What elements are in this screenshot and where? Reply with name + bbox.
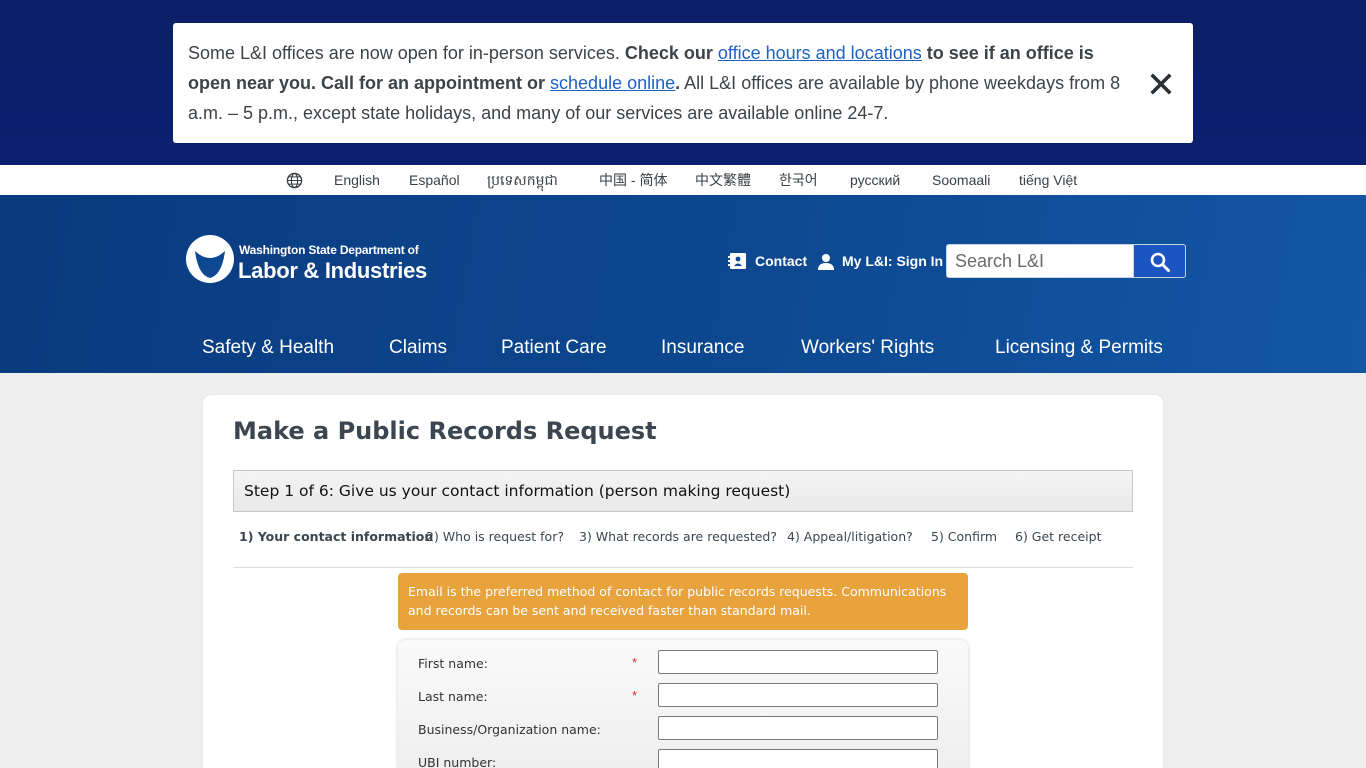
alert-bold-1: Check our	[624, 43, 718, 63]
first-name-field[interactable]	[658, 650, 938, 674]
close-x-icon	[1150, 73, 1172, 95]
last-name-label: Last name:	[418, 689, 488, 704]
nav-claims[interactable]: Claims	[389, 337, 447, 359]
search-button[interactable]	[1133, 244, 1186, 278]
alert-box: Some L&I offices are now open for in-per…	[173, 23, 1193, 143]
office-hours-link[interactable]: office hours and locations	[718, 43, 922, 63]
nav-workers-rights[interactable]: Workers' Rights	[801, 337, 934, 359]
search-icon	[1150, 252, 1170, 272]
signin-link[interactable]: My L&I: Sign In	[818, 251, 943, 271]
signin-label: My L&I: Sign In	[842, 253, 944, 269]
lni-logo-icon[interactable]	[184, 234, 236, 284]
request-form-card: Make a Public Records Request Step 1 of …	[203, 395, 1163, 768]
first-name-required-mark: *	[632, 655, 638, 670]
lang-korean[interactable]: 한국어	[779, 172, 818, 188]
language-bar: English Español ប្រទេសកម្ពុជា 中国 - 简体 中文…	[0, 165, 1366, 195]
step-header: Step 1 of 6: Give us your contact inform…	[233, 470, 1133, 512]
lang-russian[interactable]: русский	[850, 172, 900, 188]
logo-line-2: Labor & Industries	[238, 258, 427, 283]
ubi-number-label: UBI number:	[418, 755, 497, 768]
lang-english[interactable]: English	[334, 172, 380, 188]
first-name-label: First name:	[418, 656, 488, 671]
last-name-required-mark: *	[632, 688, 638, 703]
ubi-number-field[interactable]	[658, 749, 938, 768]
last-name-field[interactable]	[658, 683, 938, 707]
contact-link[interactable]: Contact	[728, 251, 807, 271]
nav-safety-health[interactable]: Safety & Health	[202, 337, 334, 359]
site-header: Washington State Department of Labor & I…	[0, 195, 1366, 373]
step-heading: Step 1 of 6: Give us your contact inform…	[244, 482, 791, 500]
schedule-online-link[interactable]: schedule online	[550, 73, 675, 93]
search-input[interactable]	[946, 244, 1134, 278]
nav-insurance[interactable]: Insurance	[661, 337, 744, 359]
alert-message: Some L&I offices are now open for in-per…	[188, 38, 1133, 128]
email-notice: Email is the preferred method of contact…	[398, 573, 968, 630]
lang-spanish[interactable]: Español	[409, 172, 460, 188]
step-3-records-requested: 3) What records are requested?	[579, 529, 777, 544]
user-icon	[818, 253, 834, 270]
globe-icon	[286, 172, 303, 189]
nav-patient-care[interactable]: Patient Care	[501, 337, 607, 359]
nav-licensing-permits[interactable]: Licensing & Permits	[995, 337, 1163, 359]
logo-line-1: Washington State Department of	[239, 243, 419, 257]
lang-khmer[interactable]: ប្រទេសកម្ពុជា	[487, 172, 558, 188]
close-alert-button[interactable]	[1148, 71, 1174, 97]
step-divider	[233, 567, 1133, 568]
alert-banner: Some L&I offices are now open for in-per…	[0, 0, 1366, 165]
lang-chinese-simplified[interactable]: 中国 - 简体	[599, 172, 667, 188]
alert-text-1: Some L&I offices are now open for in-per…	[188, 43, 625, 63]
lang-vietnamese[interactable]: tiếng Việt	[1019, 172, 1077, 188]
page-title: Make a Public Records Request	[233, 417, 657, 445]
organization-name-field[interactable]	[658, 716, 938, 740]
step-4-appeal-litigation: 4) Appeal/litigation?	[787, 529, 913, 544]
step-5-confirm: 5) Confirm	[931, 529, 998, 544]
contact-form-panel: First name: * Last name: * Business/Orga…	[398, 640, 968, 768]
contact-card-icon	[728, 253, 746, 269]
organization-name-label: Business/Organization name:	[418, 722, 601, 737]
step-6-get-receipt: 6) Get receipt	[1015, 529, 1102, 544]
step-2-request-for: 2) Who is request for?	[426, 529, 564, 544]
step-1-contact-info: 1) Your contact information	[239, 529, 434, 544]
contact-label: Contact	[755, 253, 808, 269]
lang-somali[interactable]: Soomaali	[932, 172, 990, 188]
lang-chinese-traditional[interactable]: 中文繁體	[695, 172, 751, 188]
